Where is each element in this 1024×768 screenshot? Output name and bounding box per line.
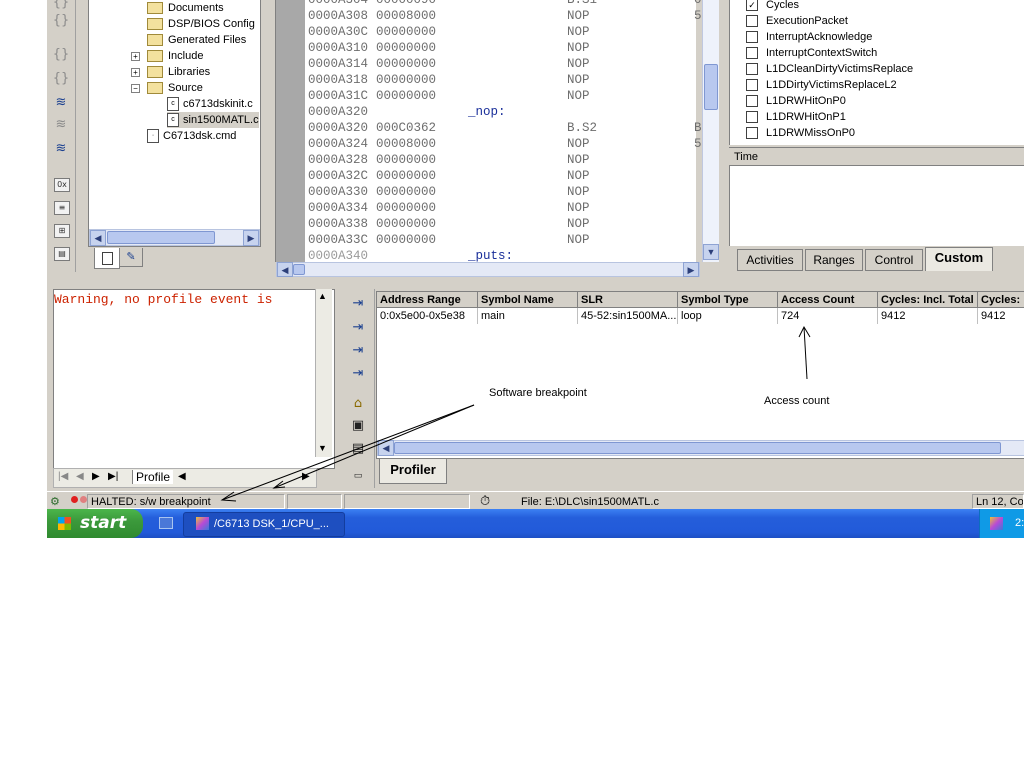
breakpoint-arrow-line-2 xyxy=(221,404,475,501)
breakpoint-arrowhead-2 xyxy=(220,491,237,502)
breakpoint-arrow-line xyxy=(273,404,475,489)
access-count-arrow-line xyxy=(803,326,808,380)
annotation-arrows xyxy=(220,325,811,502)
